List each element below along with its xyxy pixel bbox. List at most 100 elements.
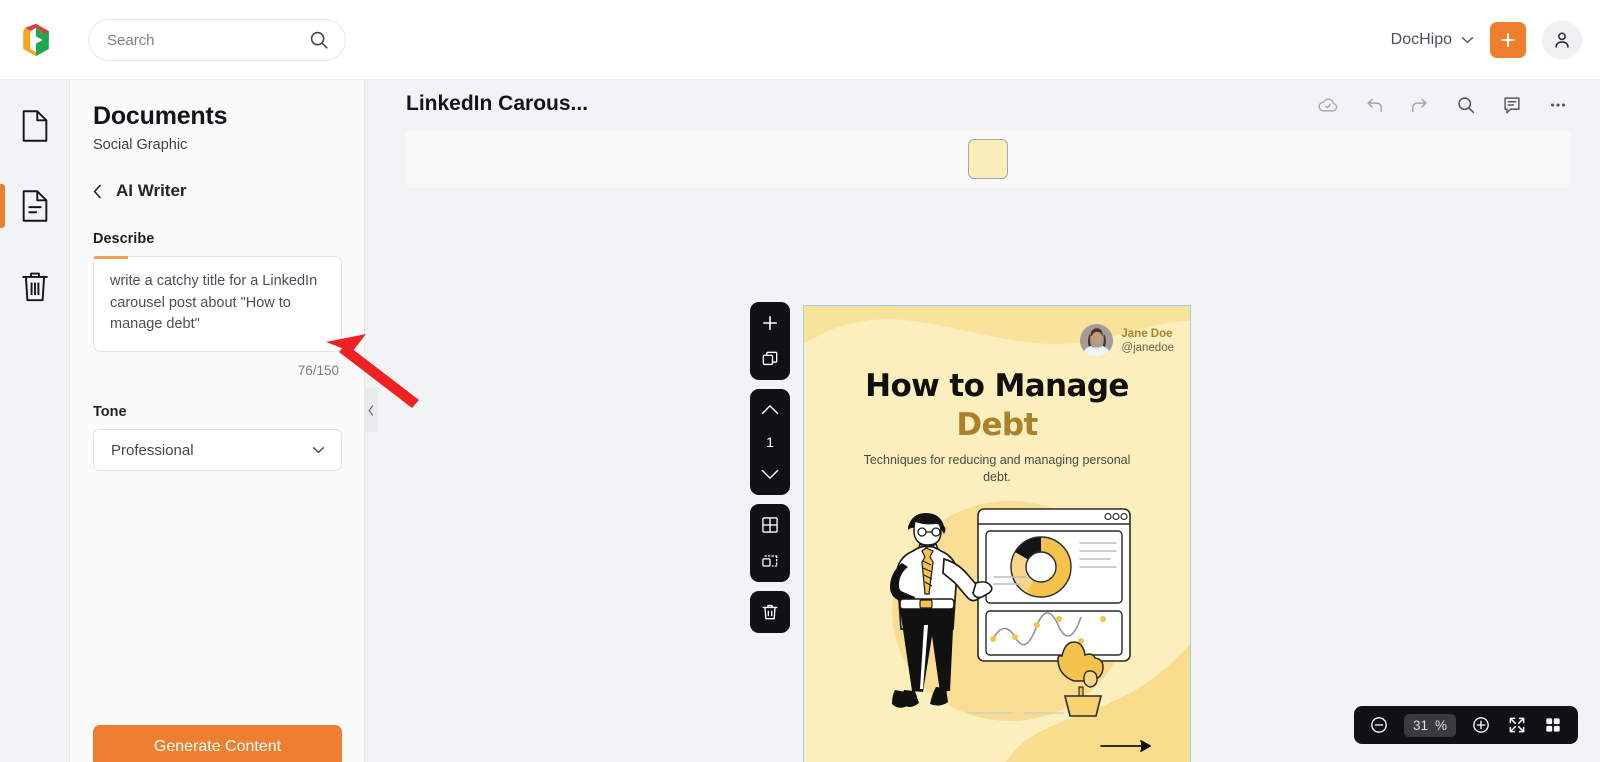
trash-icon bbox=[762, 604, 778, 620]
cloud-saved-button[interactable] bbox=[1316, 93, 1340, 117]
page-layout-button[interactable] bbox=[757, 512, 783, 538]
chevron-down-icon bbox=[761, 469, 779, 479]
trash-icon bbox=[21, 272, 48, 302]
editor-main: LinkedIn Carous... 1 Jane Doe @janedoe H… bbox=[365, 80, 1600, 762]
document-toolbar bbox=[1316, 93, 1570, 117]
select-area-button[interactable] bbox=[757, 548, 783, 574]
canvas-scroll-area[interactable]: 1 Jane Doe @janedoe How to Manage Debt T… bbox=[365, 210, 1600, 762]
top-bar-actions: DocHipo bbox=[1391, 0, 1582, 80]
comments-button[interactable] bbox=[1500, 93, 1524, 117]
current-page-number: 1 bbox=[766, 434, 774, 450]
zoom-unit: % bbox=[1434, 717, 1447, 733]
dochipo-logo-icon bbox=[23, 23, 49, 56]
page-tools-add-group bbox=[750, 302, 790, 380]
arrow-right-icon[interactable] bbox=[1100, 739, 1152, 753]
text-document-icon bbox=[22, 190, 47, 222]
generate-content-button[interactable]: Generate Content bbox=[93, 725, 342, 762]
redo-arrow-icon bbox=[1412, 98, 1427, 113]
left-icon-rail bbox=[0, 80, 70, 762]
grid-view-icon bbox=[1546, 718, 1560, 732]
more-options-button[interactable] bbox=[1546, 93, 1570, 117]
copy-icon bbox=[762, 351, 778, 366]
person-icon bbox=[1555, 32, 1569, 48]
avatar-photo-icon bbox=[1080, 324, 1114, 357]
duplicate-page-button[interactable] bbox=[757, 346, 783, 372]
sidebar-item-trash[interactable] bbox=[0, 258, 70, 314]
ellipsis-icon bbox=[1550, 103, 1566, 107]
brand-selector[interactable]: DocHipo bbox=[1391, 31, 1474, 49]
page-thumbnail[interactable] bbox=[968, 139, 1008, 179]
search-icon[interactable] bbox=[308, 29, 330, 51]
chevron-down-icon bbox=[1461, 37, 1474, 44]
cloud-check-icon bbox=[1318, 98, 1338, 112]
chevron-up-icon bbox=[761, 405, 779, 415]
character-counter: 76/150 bbox=[297, 363, 339, 378]
zoom-in-button[interactable] bbox=[1470, 714, 1492, 736]
previous-page-button[interactable] bbox=[757, 397, 783, 423]
page-tools-delete-group bbox=[750, 591, 790, 633]
sidebar-item-templates[interactable] bbox=[0, 178, 70, 234]
describe-field-wrap bbox=[93, 256, 342, 357]
undo-button[interactable] bbox=[1362, 93, 1386, 117]
plus-icon bbox=[762, 315, 778, 331]
chevron-down-icon bbox=[312, 447, 325, 454]
chevron-left-icon bbox=[368, 404, 374, 416]
author-block: Jane Doe @janedoe bbox=[1080, 324, 1174, 357]
app-root: DocHipo bbox=[0, 0, 1600, 762]
minus-circle-icon bbox=[1371, 717, 1387, 733]
canvas-page-1[interactable]: Jane Doe @janedoe How to Manage Debt Tec… bbox=[803, 305, 1191, 762]
canvas-title-line1[interactable]: How to Manage bbox=[804, 368, 1190, 404]
search-input[interactable] bbox=[105, 30, 308, 50]
grid-view-button[interactable] bbox=[1542, 714, 1564, 736]
back-to-ai-writer[interactable]: AI Writer bbox=[93, 181, 341, 201]
canvas-search-button[interactable] bbox=[1454, 93, 1478, 117]
chevron-left-icon bbox=[93, 184, 101, 198]
author-text: Jane Doe @janedoe bbox=[1121, 327, 1174, 355]
ai-writer-panel: Documents Social Graphic AI Writer Descr… bbox=[70, 80, 365, 762]
page-tools: 1 bbox=[750, 302, 790, 633]
app-logo[interactable] bbox=[0, 0, 72, 80]
canvas-subtitle[interactable]: Techniques for reducing and managing per… bbox=[850, 452, 1144, 486]
plus-icon bbox=[1501, 33, 1515, 47]
sidebar-item-documents[interactable] bbox=[0, 98, 70, 154]
businessman-presenting-charts-illustration[interactable] bbox=[860, 491, 1140, 736]
canvas-title-line2[interactable]: Debt bbox=[804, 407, 1190, 443]
zoom-level[interactable]: 31 % bbox=[1403, 713, 1456, 737]
redo-button[interactable] bbox=[1408, 93, 1432, 117]
panel-subtitle: Social Graphic bbox=[93, 137, 188, 153]
comment-icon bbox=[1504, 97, 1520, 114]
page-tools-layout-group bbox=[750, 504, 790, 582]
delete-page-button[interactable] bbox=[757, 599, 783, 625]
tone-selected-value: Professional bbox=[111, 441, 194, 459]
select-area-icon bbox=[762, 555, 778, 567]
collapse-panel-handle[interactable] bbox=[364, 388, 378, 432]
page-tools-nav-group: 1 bbox=[750, 389, 790, 495]
plus-circle-icon bbox=[1473, 717, 1489, 733]
describe-input[interactable] bbox=[93, 256, 342, 352]
avatar bbox=[1080, 324, 1114, 357]
author-handle: @janedoe bbox=[1121, 341, 1174, 354]
tone-label: Tone bbox=[93, 404, 127, 420]
page-title: Documents bbox=[93, 102, 228, 130]
next-page-button[interactable] bbox=[757, 461, 783, 487]
author-name: Jane Doe bbox=[1121, 327, 1173, 340]
fullscreen-button[interactable] bbox=[1506, 714, 1528, 736]
tone-select[interactable]: Professional bbox=[93, 429, 342, 471]
back-label: AI Writer bbox=[116, 181, 187, 200]
blank-document-icon bbox=[22, 110, 47, 142]
undo-arrow-icon bbox=[1367, 98, 1382, 113]
top-bar: DocHipo bbox=[0, 0, 1600, 80]
brand-label: DocHipo bbox=[1390, 31, 1452, 48]
page-thumbnail-strip bbox=[406, 130, 1570, 188]
zoom-controls: 31 % bbox=[1353, 706, 1578, 744]
zoom-out-button[interactable] bbox=[1368, 714, 1390, 736]
account-button[interactable] bbox=[1542, 20, 1582, 60]
add-page-button[interactable] bbox=[757, 310, 783, 336]
create-new-button[interactable] bbox=[1490, 22, 1526, 58]
describe-accent-bar bbox=[94, 256, 128, 259]
describe-label: Describe bbox=[93, 231, 155, 247]
document-title[interactable]: LinkedIn Carous... bbox=[406, 92, 588, 116]
search-box[interactable] bbox=[88, 19, 346, 61]
grid-layout-icon bbox=[762, 517, 778, 533]
zoom-value: 31 bbox=[1412, 717, 1428, 733]
